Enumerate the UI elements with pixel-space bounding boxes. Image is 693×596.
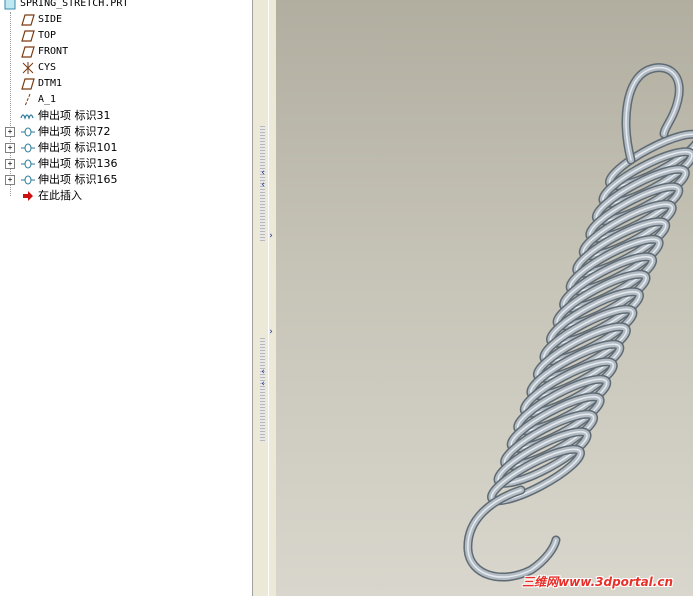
graphics-viewport[interactable]: 三维网www.3dportal.cn bbox=[276, 0, 693, 596]
expand-toggle[interactable]: + bbox=[5, 143, 15, 153]
protrusion-feature-icon bbox=[20, 124, 36, 140]
tree-item-label: 伸出项 标识165 bbox=[38, 173, 118, 186]
tree-item-label: 伸出项 标识31 bbox=[38, 109, 111, 122]
tree-item-label: 伸出项 标识101 bbox=[38, 141, 118, 154]
expand-toggle[interactable]: + bbox=[5, 127, 15, 137]
collapse-left-icon[interactable]: ‹ bbox=[258, 180, 268, 190]
tree-item-feature-101[interactable]: 伸出项 标识101 bbox=[20, 140, 118, 156]
sweep-feature-icon bbox=[20, 108, 36, 124]
datum-plane-icon bbox=[20, 76, 36, 92]
datum-plane-icon bbox=[20, 12, 36, 28]
tree-item-label: SIDE bbox=[38, 14, 63, 25]
coordinate-system-icon bbox=[20, 60, 36, 76]
expand-toggle[interactable]: + bbox=[5, 159, 15, 169]
tree-item-label: 伸出项 标识136 bbox=[38, 157, 118, 170]
tree-item-front[interactable]: FRONT bbox=[20, 44, 68, 60]
tree-item-insert-here[interactable]: 在此插入 bbox=[20, 188, 82, 204]
tree-item-label: TOP bbox=[38, 30, 57, 41]
tree-item-label: 在此插入 bbox=[38, 189, 82, 202]
tension-spring-model[interactable] bbox=[276, 0, 693, 596]
collapse-left-icon[interactable]: ‹ bbox=[258, 367, 268, 377]
tree-item-feature-165[interactable]: 伸出项 标识165 bbox=[20, 172, 118, 188]
tree-item-side[interactable]: SIDE bbox=[20, 12, 62, 28]
tree-root-label: SPRING_STRETCH.PRT bbox=[20, 0, 129, 9]
tree-item-label: CYS bbox=[38, 62, 57, 73]
protrusion-feature-icon bbox=[20, 140, 36, 156]
splitter-highlight bbox=[268, 0, 269, 596]
tree-item-dtm1[interactable]: DTM1 bbox=[20, 76, 62, 92]
tree-root-node[interactable]: SPRING_STRETCH.PRT bbox=[2, 0, 128, 12]
part-icon bbox=[2, 0, 18, 12]
protrusion-feature-icon bbox=[20, 172, 36, 188]
datum-plane-icon bbox=[20, 28, 36, 44]
expand-right-icon[interactable]: › bbox=[266, 327, 276, 337]
datum-plane-icon bbox=[20, 44, 36, 60]
tree-item-label: A_1 bbox=[38, 94, 57, 105]
expand-toggle[interactable]: + bbox=[5, 175, 15, 185]
datum-axis-icon bbox=[20, 92, 36, 108]
tree-item-feature-31[interactable]: 伸出项 标识31 bbox=[20, 108, 111, 124]
tree-item-label: DTM1 bbox=[38, 78, 63, 89]
splitter-grip[interactable] bbox=[260, 338, 265, 442]
tree-item-a1[interactable]: A_1 bbox=[20, 92, 56, 108]
spring-hook bbox=[464, 487, 559, 581]
collapse-left-icon[interactable]: ‹ bbox=[258, 168, 268, 178]
tree-item-feature-136[interactable]: 伸出项 标识136 bbox=[20, 156, 118, 172]
expand-right-icon[interactable]: › bbox=[266, 231, 276, 241]
tree-item-top[interactable]: TOP bbox=[20, 28, 56, 44]
tree-item-label: FRONT bbox=[38, 46, 69, 57]
protrusion-feature-icon bbox=[20, 156, 36, 172]
insert-arrow-icon bbox=[20, 188, 36, 204]
panel-splitter[interactable]: ‹ ‹ › › ‹ ‹ bbox=[252, 0, 278, 596]
tree-item-feature-72[interactable]: 伸出项 标识72 bbox=[20, 124, 111, 140]
collapse-left-icon[interactable]: ‹ bbox=[258, 379, 268, 389]
tree-item-cys[interactable]: CYS bbox=[20, 60, 56, 76]
model-tree-panel: SPRING_STRETCH.PRT SIDE TOP FRONT CYS DT… bbox=[0, 0, 252, 596]
watermark-text: 三维网www.3dportal.cn bbox=[522, 575, 673, 589]
tree-item-label: 伸出项 标识72 bbox=[38, 125, 111, 138]
